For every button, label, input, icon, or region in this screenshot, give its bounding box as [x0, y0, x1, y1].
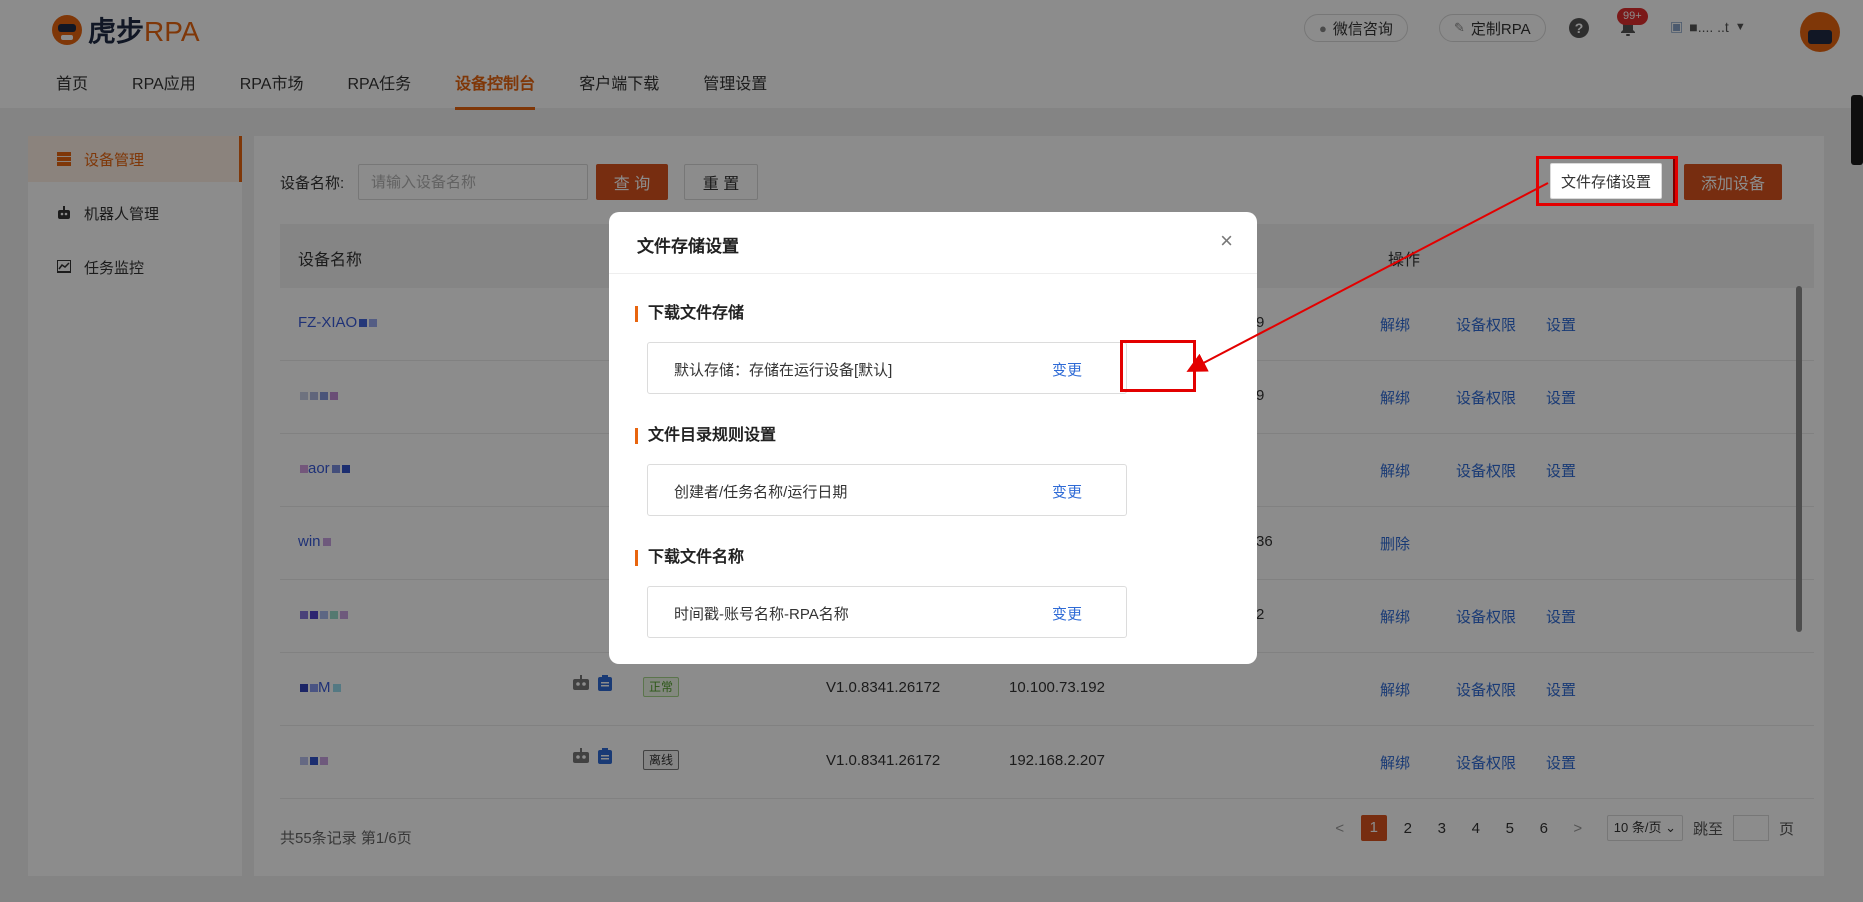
- change-directory-rule-link[interactable]: 变更: [1052, 481, 1082, 502]
- highlight-box-change-link: [1120, 340, 1196, 392]
- section-title-download-storage: 下载文件存储: [635, 306, 744, 322]
- file-name-box: 时间戳-账号名称-RPA名称 变更: [647, 586, 1127, 638]
- dialog-title: 文件存储设置: [637, 237, 739, 256]
- file-storage-settings-dialog: 文件存储设置 × 下载文件存储 默认存储：存储在运行设备[默认] 变更 文件目录…: [609, 212, 1257, 664]
- dialog-divider: [609, 273, 1257, 274]
- change-file-name-link[interactable]: 变更: [1052, 603, 1082, 624]
- directory-rule-value: 创建者/任务名称/运行日期: [674, 484, 848, 501]
- section-title-directory-rule: 文件目录规则设置: [635, 428, 776, 444]
- change-download-storage-link[interactable]: 变更: [1052, 359, 1082, 380]
- download-storage-box: 默认存储：存储在运行设备[默认] 变更: [647, 342, 1127, 394]
- directory-rule-box: 创建者/任务名称/运行日期 变更: [647, 464, 1127, 516]
- highlight-box-storage-button-overlay: [1536, 156, 1678, 206]
- download-storage-value: 默认存储：存储在运行设备[默认]: [674, 362, 893, 379]
- section-title-file-name: 下载文件名称: [635, 550, 744, 566]
- close-icon[interactable]: ×: [1220, 230, 1233, 252]
- file-name-value: 时间戳-账号名称-RPA名称: [674, 606, 849, 623]
